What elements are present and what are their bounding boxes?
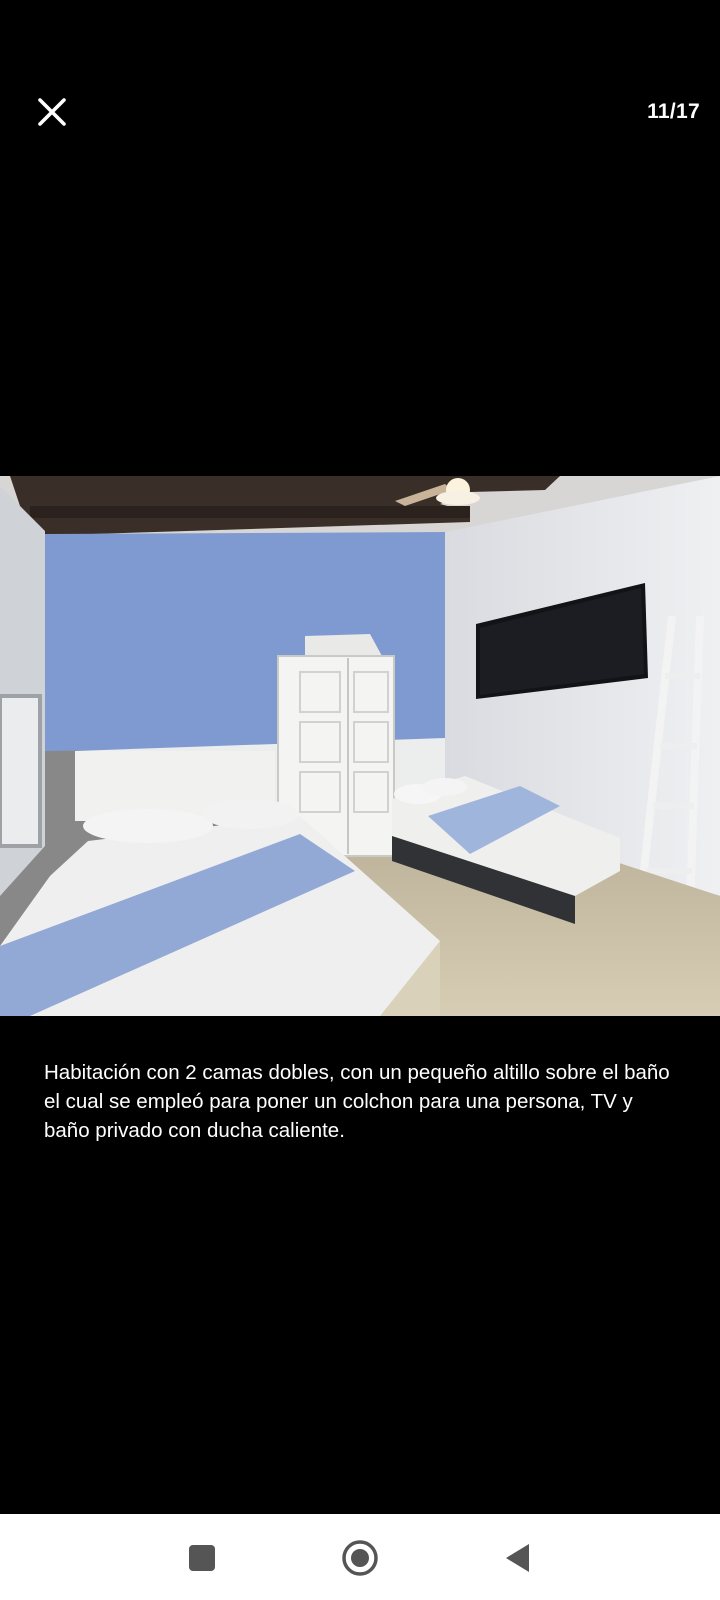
recents-button[interactable] [172,1530,232,1586]
square-icon [189,1545,215,1571]
home-button[interactable] [330,1530,390,1586]
back-triangle-icon [506,1544,529,1572]
close-icon [38,98,66,126]
photo-caption: Habitación con 2 camas dobles, con un pe… [44,1061,670,1142]
android-navigation-bar [0,1514,720,1600]
viewer-header: 11/17 [0,0,720,140]
back-button[interactable] [488,1530,548,1586]
home-circle-icon [342,1540,378,1576]
close-button[interactable] [28,88,76,136]
bedroom-photo[interactable] [0,476,720,1016]
image-counter: 11/17 [647,100,700,123]
